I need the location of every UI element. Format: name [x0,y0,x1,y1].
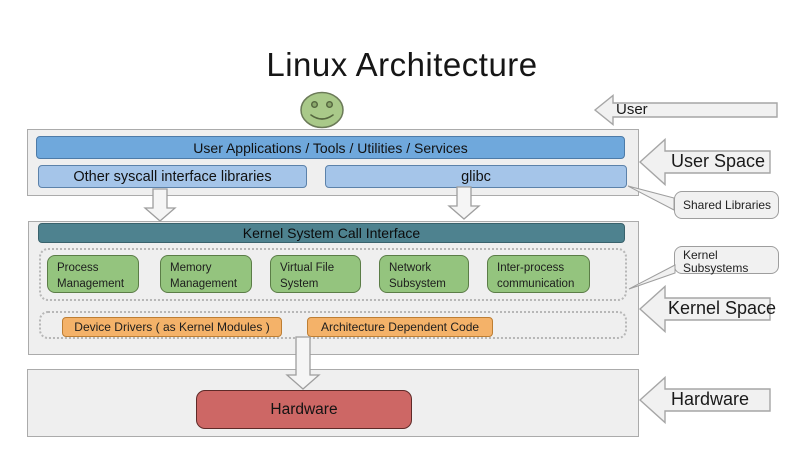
architecture-dependent-code-box: Architecture Dependent Code [307,317,493,337]
device-drivers-box: Device Drivers ( as Kernel Modules ) [62,317,282,337]
hardware-box: Hardware [196,390,412,429]
kernel-space-arrow-label: Kernel Space [668,298,776,319]
page-title: Linux Architecture [202,46,602,84]
subsystem-process-management: Process Management [47,255,139,293]
linux-architecture-diagram: Linux Architecture User Applications / T… [0,0,800,452]
user-space-arrow-label: User Space [671,151,765,172]
user-arrow-label: User [616,101,648,118]
subsystem-memory-management: Memory Management [160,255,252,293]
smiley-face-icon [301,93,343,128]
subsystem-network-subsystem: Network Subsystem [379,255,469,293]
user-applications-bar: User Applications / Tools / Utilities / … [36,136,625,159]
subsystem-inter-process-communication: Inter-process communication [487,255,590,293]
hardware-arrow-label: Hardware [671,389,749,410]
other-syscall-libraries-box: Other syscall interface libraries [38,165,307,188]
kernel-subsystems-callout: Kernel Subsystems [674,246,779,274]
glibc-box: glibc [325,165,627,188]
subsystem-virtual-file-system: Virtual File System [270,255,361,293]
kernel-syscall-interface-bar: Kernel System Call Interface [38,223,625,243]
shared-libraries-callout: Shared Libraries [674,191,779,219]
